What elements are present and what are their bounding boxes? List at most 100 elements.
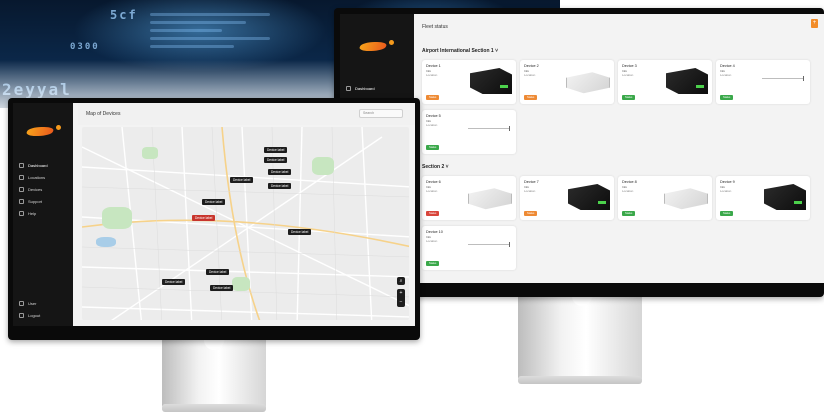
right-monitor-stand <box>518 296 642 378</box>
map-device-label[interactable]: Device label <box>268 169 292 175</box>
device-card[interactable]: Device 7 Info Location Status <box>520 176 614 220</box>
device-map[interactable]: Device label Device label Device label Devi… <box>82 127 409 320</box>
device-location: Location <box>426 189 438 193</box>
nav-icon <box>19 301 24 306</box>
left-sidebar: Dashboard Locations Devices Support Help Use… <box>13 103 73 326</box>
device-location: Location <box>720 73 732 77</box>
map-device-label[interactable]: Device label <box>264 157 288 163</box>
left-monitor-screen: Dashboard Locations Devices Support Help Use… <box>13 103 415 326</box>
device-image <box>470 68 512 94</box>
group-title[interactable]: Airport International Section 1 ˅ <box>422 48 498 54</box>
nav-label: Help <box>28 211 37 216</box>
nav-icon <box>19 175 24 180</box>
device-card[interactable]: Device 3 Info Location Status <box>618 60 712 104</box>
device-card[interactable]: Device 8 Info Location Status <box>618 176 712 220</box>
device-name: Device 2 <box>524 64 539 68</box>
nav-label: Dashboard <box>355 86 375 91</box>
device-level-slider[interactable] <box>468 242 510 247</box>
map-park <box>312 157 334 175</box>
company-logo-left[interactable] <box>25 125 61 137</box>
nav-icon <box>19 199 24 204</box>
dashboard-header: Fleet status + <box>414 14 824 34</box>
status-badge: Status <box>720 211 734 216</box>
nav-label: Devices <box>28 187 43 192</box>
map-device-label[interactable]: Device label <box>210 285 234 291</box>
map-device-label[interactable]: Device label <box>288 229 312 235</box>
left-nav-list: Dashboard Locations Devices Support Help <box>19 161 69 221</box>
status-badge: Status <box>426 95 440 100</box>
page-title: Fleet status <box>422 24 448 30</box>
nav-item[interactable]: Devices <box>19 185 69 194</box>
device-image <box>764 184 806 210</box>
nav-label: Support <box>28 199 43 204</box>
group-title[interactable]: Section 2 ˅ <box>422 164 449 170</box>
zoom-control[interactable]: + − <box>397 289 405 307</box>
device-image <box>568 184 610 210</box>
nav-icon <box>19 163 24 168</box>
nav-label: User <box>28 301 37 306</box>
left-monitor-base <box>162 404 266 412</box>
map-topbar: Map of Devices Search <box>78 103 415 125</box>
map-title: Map of Devices <box>86 111 121 117</box>
status-badge: Status <box>622 211 636 216</box>
device-name: Device 5 <box>426 114 441 118</box>
left-nav-bottom: User Logout <box>19 299 69 323</box>
map-search-input[interactable]: Search <box>359 109 403 118</box>
device-location: Location <box>426 73 438 77</box>
device-card[interactable]: Device 4 Info Location Status <box>716 60 810 104</box>
zoom-in-button[interactable]: + <box>397 289 405 298</box>
device-location: Location <box>524 189 536 193</box>
nav-item[interactable]: Dashboard <box>346 84 410 93</box>
device-card[interactable]: Device 9 Info Location Status <box>716 176 810 220</box>
device-card[interactable]: Device 5 Info Location Status <box>422 110 516 154</box>
device-level-slider[interactable] <box>468 126 510 131</box>
nav-label: Dashboard <box>28 163 48 168</box>
device-level-slider[interactable] <box>762 76 804 81</box>
map-device-label[interactable]: Device label <box>206 269 230 275</box>
device-location: Location <box>426 239 438 243</box>
status-badge: Status <box>524 211 538 216</box>
device-card[interactable]: Device 6 Info Location Status <box>422 176 516 220</box>
nav-label: Logout <box>28 313 41 318</box>
nav-icon <box>19 211 24 216</box>
map-device-label[interactable]: Device label <box>202 199 226 205</box>
map-device-label[interactable]: Device label <box>192 215 216 221</box>
map-device-label[interactable]: Device label <box>268 183 292 189</box>
map-device-label[interactable]: Device label <box>230 177 254 183</box>
device-image <box>468 188 512 210</box>
status-badge: Status <box>426 145 440 150</box>
device-card[interactable]: Device 10 Info Location Status <box>422 226 516 270</box>
map-search-icon[interactable]: ⌕ <box>397 277 405 285</box>
device-name: Device 8 <box>622 180 637 184</box>
nav-item[interactable]: Locations <box>19 173 69 182</box>
device-name: Device 3 <box>622 64 637 68</box>
zoom-out-button[interactable]: − <box>397 298 405 307</box>
status-badge: Status <box>524 95 538 100</box>
company-logo[interactable] <box>358 40 394 52</box>
map-device-label[interactable]: Device label <box>162 279 186 285</box>
status-badge: Status <box>426 261 440 266</box>
map-park <box>142 147 158 159</box>
add-button[interactable]: + <box>811 19 818 28</box>
code-lines-decoration <box>150 8 270 53</box>
map-park <box>102 207 132 229</box>
nav-icon <box>346 86 351 91</box>
device-name: Device 6 <box>426 180 441 184</box>
nav-item[interactable]: Support <box>19 197 69 206</box>
nav-item[interactable]: Logout <box>19 311 69 320</box>
map-device-label[interactable]: Device label <box>264 147 288 153</box>
device-card[interactable]: Device 2 Info Location Status <box>520 60 614 104</box>
device-location: Location <box>622 73 634 77</box>
map-water <box>96 237 116 247</box>
device-name: Device 10 <box>426 230 443 234</box>
device-location: Location <box>426 123 438 127</box>
device-name: Device 1 <box>426 64 441 68</box>
nav-item[interactable]: Help <box>19 209 69 218</box>
device-location: Location <box>622 189 634 193</box>
nav-label: Locations <box>28 175 46 180</box>
nav-item[interactable]: User <box>19 299 69 308</box>
nav-icon <box>19 187 24 192</box>
device-location: Location <box>524 73 536 77</box>
nav-item[interactable]: Dashboard <box>19 161 69 170</box>
device-card[interactable]: Device 1 Info Location Status <box>422 60 516 104</box>
